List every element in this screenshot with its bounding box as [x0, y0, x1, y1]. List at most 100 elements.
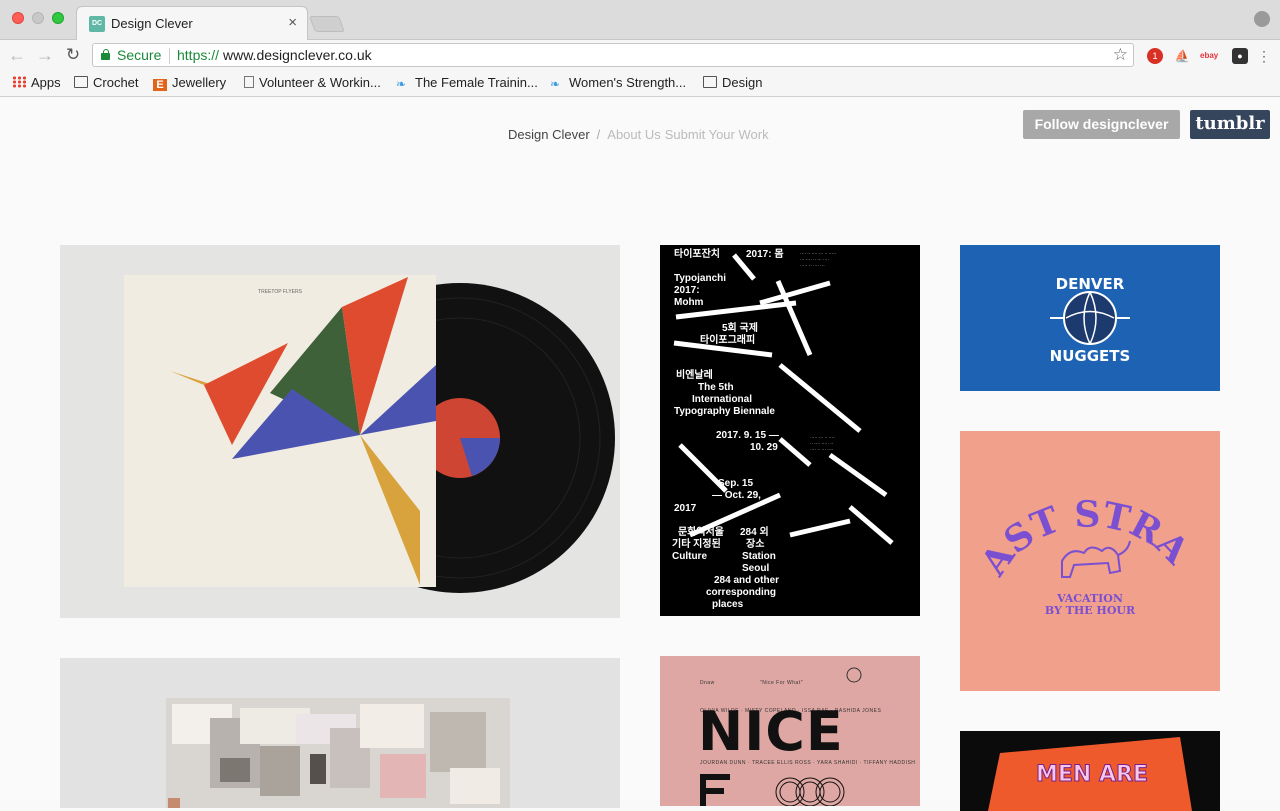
- poster-line: Typography Biennale: [674, 406, 775, 417]
- poster-fine-print: ····· ··· ·· ···· ·· ···· ····· ·· ···· ··…: [810, 435, 835, 452]
- ebay-extension-icon[interactable]: ebay: [1200, 48, 1218, 64]
- poster-fine-print: ···· ·· ···· ··· ·· ····· ··· ···· ·· ···…: [800, 251, 837, 268]
- window-maximize-button[interactable]: [52, 12, 64, 24]
- bookmark-label: Women's Strength...: [569, 75, 687, 90]
- poster-line: International: [692, 394, 753, 405]
- bookmark-apps[interactable]: Apps: [12, 75, 61, 90]
- last-straw-graphic: LAST STRAW: [960, 431, 1198, 584]
- bookmark-star-icon[interactable]: ☆: [1113, 45, 1128, 65]
- tumblr-button[interactable]: tumblr: [1190, 110, 1270, 139]
- poster-line: Typojanchi: [674, 273, 727, 284]
- post-last-straw[interactable]: LAST STRAW VACATION BY THE HOUR: [960, 431, 1220, 691]
- profile-icon[interactable]: [1254, 11, 1270, 27]
- address-bar[interactable]: Secure https:// www.designclever.co.uk ☆: [92, 43, 1134, 67]
- men-are-text: MEN ARE: [1036, 762, 1148, 787]
- url-scheme: https://: [177, 47, 220, 63]
- tab-title: Design Clever: [111, 16, 193, 31]
- poster-line: 타이포그래피: [700, 335, 756, 346]
- poster-title-kr: 타이포잔치: [674, 249, 720, 260]
- url-divider: [169, 48, 170, 64]
- post-collage[interactable]: [60, 658, 620, 808]
- men-are-artwork: MEN ARE: [988, 737, 1192, 811]
- etsy-icon: E: [153, 79, 167, 91]
- nice-rings: [700, 667, 862, 806]
- poster-line: Culture: [672, 551, 707, 562]
- album-artwork: TREETOP FLYERS: [124, 275, 615, 593]
- poster-line: 2017. 9. 15 —: [716, 430, 779, 441]
- poster-line: 284 외: [740, 527, 769, 538]
- poster-line: 장소: [746, 539, 765, 550]
- menu-dots-icon[interactable]: ⋮: [1256, 48, 1272, 64]
- poster-line: 5회 국제: [722, 323, 758, 334]
- tab-close-icon[interactable]: ×: [288, 14, 297, 31]
- post-nuggets-logo[interactable]: DENVER NUGGETS: [960, 245, 1220, 391]
- poster-line: 문화역서울: [678, 527, 724, 538]
- bookmark-jewellery[interactable]: E Jewellery: [153, 75, 226, 91]
- bookmark-label: Volunteer & Workin...: [259, 75, 381, 90]
- reload-icon[interactable]: ↻: [62, 44, 84, 66]
- browser-toolbar: ← → ↻ Secure https:// www.designclever.c…: [0, 40, 1280, 70]
- bookmark-label: Design: [722, 75, 763, 90]
- poster-line: corresponding: [706, 587, 777, 598]
- follow-button[interactable]: Follow designclever: [1023, 110, 1180, 139]
- bookmark-crochet[interactable]: Crochet: [74, 75, 139, 90]
- poster-line: Seoul: [742, 563, 770, 574]
- window-close-button[interactable]: [12, 12, 24, 24]
- nuggets-line1: DENVER: [1056, 275, 1125, 293]
- apps-grid-icon: [12, 76, 26, 88]
- bookmark-label: Jewellery: [172, 75, 227, 90]
- browser-titlebar: DC Design Clever ×: [0, 0, 1280, 40]
- bookmark-label: The Female Trainin...: [415, 75, 538, 90]
- poster-line: places: [712, 599, 744, 610]
- nuggets-line2: NUGGETS: [1050, 347, 1131, 365]
- poster-line: 비엔날레: [676, 370, 713, 381]
- post-album-image[interactable]: TREETOP FLYERS: [60, 245, 620, 618]
- secure-label: Secure: [117, 47, 162, 63]
- bird-icon: ❧: [550, 77, 561, 91]
- last-straw-title: LAST STRAW: [960, 431, 1198, 584]
- bookmarks-bar: Apps Crochet E Jewellery Volunteer & Work…: [0, 70, 1280, 97]
- poster-year-kr: 2017: 몸: [746, 249, 784, 260]
- window-minimize-button[interactable]: [32, 12, 44, 24]
- folder-icon: [703, 76, 717, 88]
- poster-line: 2017:: [674, 285, 700, 296]
- extension-dark-icon[interactable]: ●: [1232, 48, 1248, 64]
- post-men-are[interactable]: MEN ARE: [960, 731, 1220, 811]
- bird-icon: ❧: [396, 77, 407, 91]
- nuggets-logo: DENVER NUGGETS: [1050, 275, 1131, 365]
- breadcrumb: Design Clever / About Us Submit Your Work: [508, 127, 773, 142]
- new-tab-button[interactable]: [309, 16, 345, 32]
- poster-line: 2017: [674, 503, 697, 514]
- home-link[interactable]: Design Clever: [508, 127, 590, 142]
- album-title: TREETOP FLYERS: [258, 289, 303, 295]
- bookmark-female-training[interactable]: ❧ The Female Trainin...: [396, 75, 538, 90]
- poster-line: Station: [742, 551, 776, 562]
- favicon-icon: DC: [89, 16, 105, 32]
- about-link[interactable]: About Us: [607, 127, 660, 142]
- post-nice-poster[interactable]: Dnaw "Nice For What" OLIVIA WILDE · MIST…: [660, 656, 920, 806]
- poster-line: — Oct. 29,: [712, 490, 761, 501]
- poster-line: The 5th: [698, 382, 734, 393]
- page-icon: [244, 76, 254, 88]
- extension-badge-icon[interactable]: 1: [1147, 48, 1163, 64]
- bookmark-label: Apps: [31, 75, 61, 90]
- submit-link[interactable]: Submit Your Work: [665, 127, 769, 142]
- tagline-line1: VACATION: [1057, 592, 1123, 605]
- browser-tab-active[interactable]: DC Design Clever ×: [76, 6, 308, 40]
- breadcrumb-separator: /: [596, 127, 601, 142]
- poster-line: 기타 지정된: [672, 539, 721, 550]
- bookmark-womens-strength[interactable]: ❧ Women's Strength...: [550, 75, 686, 90]
- lock-icon: [101, 49, 110, 60]
- url-host: www.designclever.co.uk: [223, 47, 372, 63]
- extension-ship-icon[interactable]: ⛵: [1174, 48, 1190, 64]
- collage-artwork: [166, 698, 510, 808]
- bookmark-design[interactable]: Design: [703, 75, 762, 90]
- back-arrow-icon[interactable]: ←: [6, 44, 28, 66]
- post-typography-poster[interactable]: 타이포잔치 2017: 몸 Typojanchi 2017: Mohm 5회 국…: [660, 245, 920, 616]
- forward-arrow-icon[interactable]: →: [34, 44, 56, 66]
- poster-line: 10. 29: [750, 442, 778, 453]
- bookmark-label: Crochet: [93, 75, 139, 90]
- bookmark-volunteer[interactable]: Volunteer & Workin...: [244, 75, 381, 90]
- poster-line: Mohm: [674, 297, 704, 308]
- tagline-line2: BY THE HOUR: [1044, 604, 1136, 617]
